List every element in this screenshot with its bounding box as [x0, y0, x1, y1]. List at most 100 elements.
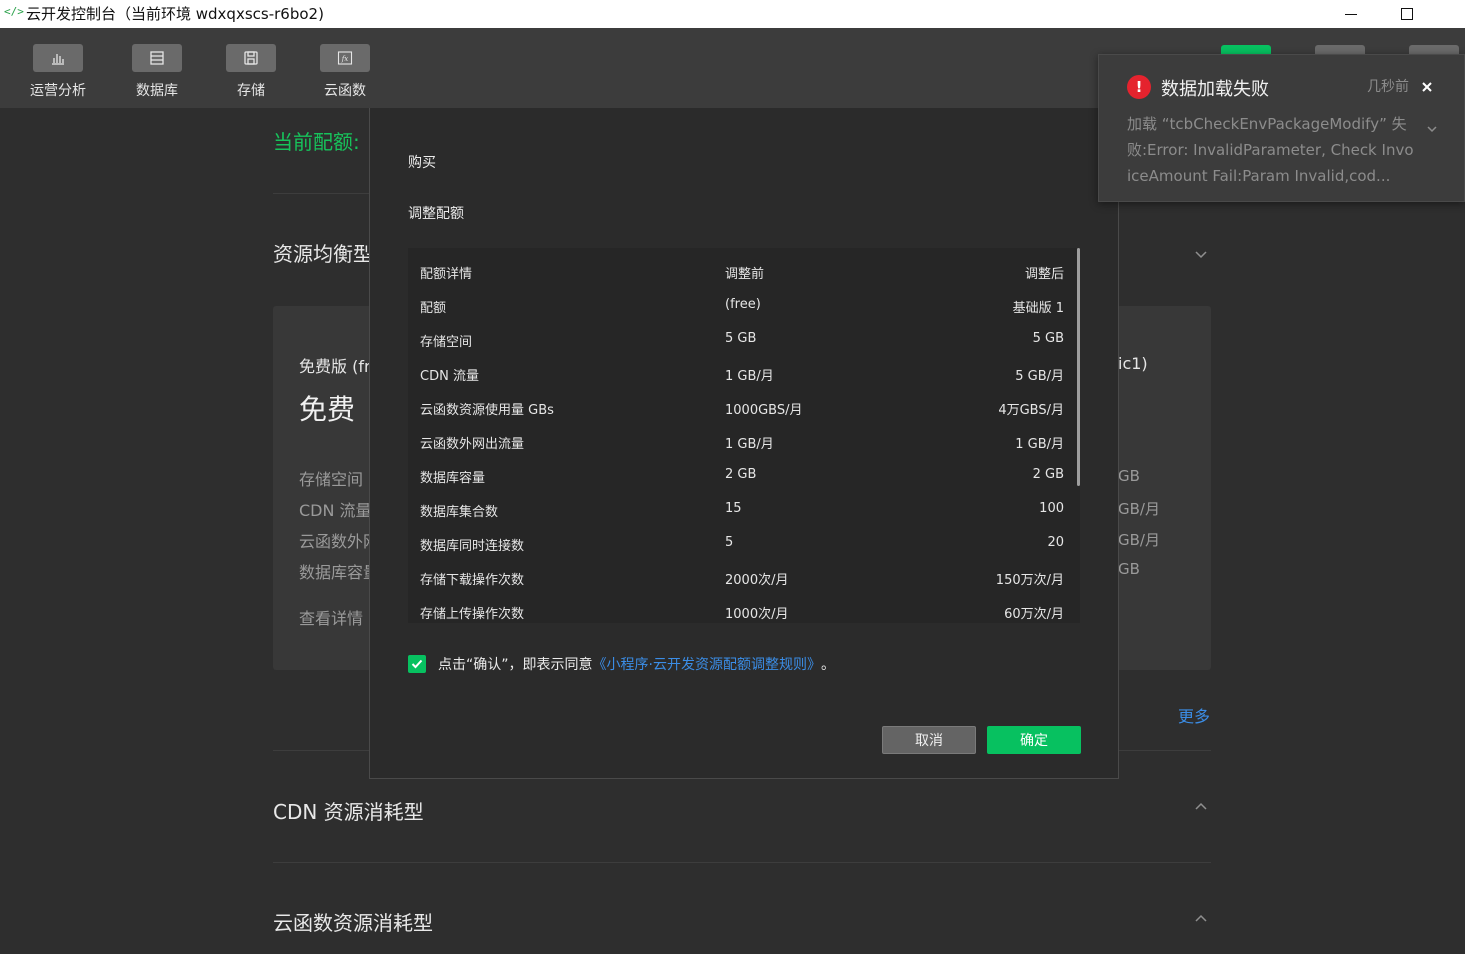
table-cell: 存储空间: [420, 335, 473, 350]
more-link[interactable]: 更多: [1178, 703, 1210, 727]
chevron-up-icon[interactable]: [1194, 912, 1208, 926]
checkmark-icon: [411, 659, 423, 669]
minimize-button[interactable]: [1328, 0, 1374, 28]
notification-message: 加载 “tcbCheckEnvPackageModify” 失败:Error: …: [1127, 115, 1414, 185]
plan-feature-right: GB: [1118, 560, 1140, 578]
table-cell: 20: [1047, 535, 1064, 550]
agree-checkbox[interactable]: [408, 655, 426, 673]
agreement-row: 点击“确认”，即表示同意 《小程序·云开发资源配额调整规则》 。: [408, 653, 835, 675]
current-quota-label: 当前配额:: [273, 130, 360, 154]
database-icon: [132, 44, 182, 72]
maximize-icon: [1401, 8, 1413, 20]
column-header: 配额详情: [420, 267, 473, 282]
table-row: 配额 (free) 基础版 1: [408, 288, 1080, 322]
plan-feature-right: GB/月: [1118, 531, 1160, 549]
toolbar-item-label: 运营分析: [30, 83, 86, 99]
section-title-scf[interactable]: 云函数资源消耗型: [273, 907, 433, 936]
plan-feature: 云函数外网: [299, 532, 380, 551]
table-row: 存储上传操作次数 1000次/月 60万次/月: [408, 594, 1080, 623]
table-cell: 存储上传操作次数: [420, 607, 525, 622]
table-cell: 云函数资源使用量 GBs: [420, 403, 554, 418]
table-cell: 100: [1039, 501, 1064, 516]
close-icon: [1422, 82, 1432, 92]
chevron-down-icon[interactable]: [1194, 247, 1208, 261]
agreement-rules-link[interactable]: 《小程序·云开发资源配额调整规则》: [593, 654, 821, 674]
dialog-subtitle: 调整配额: [408, 206, 464, 222]
table-scrollbar[interactable]: [1077, 248, 1080, 486]
quota-table[interactable]: 配额详情 调整前 调整后 配额 (free) 基础版 1 存储空间 5 GB 5…: [408, 248, 1080, 623]
column-header: 调整前: [725, 267, 765, 282]
table-cell: 数据库同时连接数: [420, 539, 525, 554]
chevron-down-icon[interactable]: [1425, 121, 1439, 135]
plan-price: 免费: [299, 393, 356, 426]
plan-feature: 数据库容量: [299, 563, 380, 582]
table-row: 数据库容量 2 GB 2 GB: [408, 458, 1080, 492]
minimize-icon: [1345, 13, 1357, 15]
table-cell: 数据库集合数: [420, 505, 499, 520]
plan-name: 免费版 (fr: [299, 357, 371, 376]
toolbar-item-database[interactable]: 数据库: [121, 44, 193, 100]
table-cell: 配额: [420, 301, 447, 316]
plan-name-right: ic1): [1118, 354, 1148, 373]
table-cell: 15: [725, 501, 742, 516]
error-notification: ! 数据加载失败 几秒前 加载 “tcbCheckEnvPackageModif…: [1098, 54, 1465, 202]
table-row: 数据库同时连接数 5 20: [408, 526, 1080, 560]
divider: [273, 862, 1211, 863]
table-header: 配额详情 调整前 调整后: [408, 254, 1080, 288]
table-cell: 1000GBS/月: [725, 403, 803, 418]
table-cell: 60万次/月: [1004, 607, 1064, 622]
table-cell: (free): [725, 297, 761, 312]
agreement-end: 。: [820, 657, 835, 673]
dialog-title: 购买: [408, 155, 436, 171]
storage-icon: [226, 44, 276, 72]
table-cell: 150万次/月: [995, 573, 1064, 588]
table-cell: 存储下载操作次数: [420, 573, 525, 588]
notification-title: 数据加载失败: [1161, 79, 1269, 100]
table-cell: 2000次/月: [725, 573, 789, 588]
agreement-text: 点击“确认”，即表示同意: [438, 657, 593, 673]
table-cell: 1 GB/月: [725, 369, 774, 384]
table-cell: 2 GB: [725, 467, 757, 482]
table-row: 云函数资源使用量 GBs 1000GBS/月 4万GBS/月: [408, 390, 1080, 424]
section-title-cdn[interactable]: CDN 资源消耗型: [273, 796, 424, 825]
table-cell: 1000次/月: [725, 607, 789, 622]
svg-text:fx: fx: [341, 55, 349, 63]
toolbar-item-label: 云函数: [324, 83, 366, 99]
maximize-button[interactable]: [1384, 0, 1430, 28]
table-cell: 2 GB: [1032, 467, 1064, 482]
purchase-dialog: 购买 调整配额 配额详情 调整前 调整后 配额 (free) 基础版 1 存储空…: [369, 108, 1119, 779]
plan-feature-right: GB/月: [1118, 500, 1160, 518]
table-cell: 5 GB/月: [1015, 369, 1064, 384]
toolbar-item-storage[interactable]: 存储: [215, 44, 287, 100]
confirm-button[interactable]: 确定: [987, 726, 1081, 754]
toolbar-item-analytics[interactable]: 运营分析: [22, 44, 94, 100]
table-cell: 5 GB: [1032, 331, 1064, 346]
window-title: 云开发控制台（当前环境 wdxqxscs-r6bo2): [26, 5, 324, 23]
table-cell: 数据库容量: [420, 471, 486, 486]
table-cell: 4万GBS/月: [998, 403, 1064, 418]
view-details-link[interactable]: 查看详情: [299, 605, 363, 629]
table-cell: 1 GB/月: [1015, 437, 1064, 452]
toolbar-item-label: 数据库: [136, 83, 178, 99]
toolbar-item-functions[interactable]: fx 云函数: [309, 44, 381, 100]
column-header: 调整后: [1024, 267, 1064, 282]
bar-chart-icon: [33, 44, 83, 72]
table-row: 云函数外网出流量 1 GB/月 1 GB/月: [408, 424, 1080, 458]
table-cell: CDN 流量: [420, 369, 479, 384]
table-row: 数据库集合数 15 100: [408, 492, 1080, 526]
section-title-balanced[interactable]: 资源均衡型: [273, 238, 373, 267]
table-cell: 5: [725, 535, 734, 550]
plan-feature-right: GB: [1118, 467, 1140, 485]
table-cell: 5 GB: [725, 331, 757, 346]
window-title-bar: </> 云开发控制台（当前环境 wdxqxscs-r6bo2): [0, 0, 1465, 28]
notification-time: 几秒前: [1367, 79, 1409, 95]
table-row: 存储空间 5 GB 5 GB: [408, 322, 1080, 356]
error-icon: !: [1127, 75, 1151, 99]
chevron-up-icon[interactable]: [1194, 800, 1208, 814]
cancel-button[interactable]: 取消: [882, 726, 976, 754]
close-button[interactable]: [1417, 77, 1437, 97]
app-logo-icon: </>: [4, 5, 24, 18]
toolbar-item-label: 存储: [237, 83, 265, 99]
table-row: 存储下载操作次数 2000次/月 150万次/月: [408, 560, 1080, 594]
function-icon: fx: [320, 44, 370, 72]
